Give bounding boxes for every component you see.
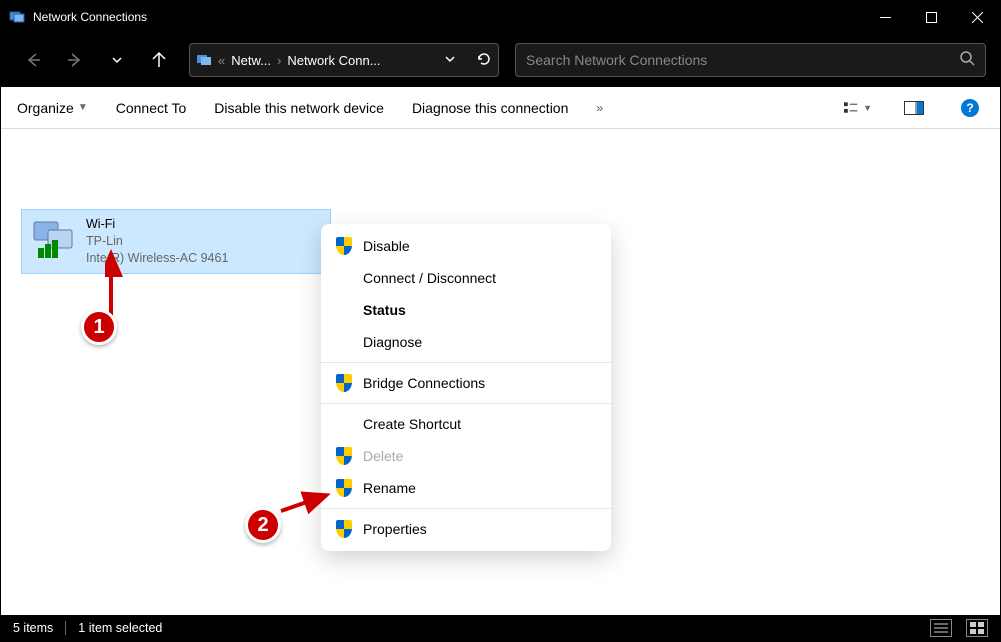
breadcrumb-part[interactable]: Network Conn... (287, 53, 380, 68)
organize-menu[interactable]: Organize▼ (17, 100, 88, 116)
toolbar-overflow[interactable]: » (596, 101, 603, 115)
search-icon[interactable] (959, 50, 975, 71)
titlebar: Network Connections (1, 1, 1000, 33)
ctx-bridge[interactable]: Bridge Connections (321, 367, 611, 399)
refresh-button[interactable] (476, 51, 492, 70)
ctx-properties[interactable]: Properties (321, 513, 611, 545)
disable-device-button[interactable]: Disable this network device (214, 100, 384, 116)
search-input[interactable] (526, 52, 959, 68)
app-icon (9, 9, 25, 25)
status-item-count: 5 items (13, 621, 53, 635)
ctx-create-shortcut[interactable]: Create Shortcut (321, 408, 611, 440)
context-menu: Disable Connect / Disconnect Status Diag… (321, 224, 611, 551)
statusbar: 5 items 1 item selected (1, 615, 1000, 641)
preview-pane-button[interactable] (900, 94, 928, 122)
adapter-name: Wi-Fi (86, 216, 228, 233)
toolbar: Organize▼ Connect To Disable this networ… (1, 87, 1000, 129)
recents-dropdown[interactable] (99, 42, 135, 78)
breadcrumb-part[interactable]: Netw... (231, 53, 271, 68)
menu-separator (321, 362, 611, 363)
shield-icon (335, 237, 353, 255)
annotation-badge-1: 1 (81, 309, 117, 345)
ctx-connect-disconnect[interactable]: Connect / Disconnect (321, 262, 611, 294)
large-icons-view-button[interactable] (966, 619, 988, 637)
annotation-badge-2: 2 (245, 507, 281, 543)
shield-icon (335, 520, 353, 538)
address-dropdown-icon[interactable] (444, 53, 456, 68)
address-bar[interactable]: « Netw... › Network Conn... (189, 43, 499, 77)
annotation-arrow (277, 487, 337, 517)
location-icon (196, 52, 212, 68)
adapter-item-wifi[interactable]: Wi-Fi TP-Lin Inte(R) Wireless-AC 9461 (21, 209, 331, 274)
help-button[interactable]: ? (956, 94, 984, 122)
back-button[interactable] (15, 42, 51, 78)
content-area[interactable]: Wi-Fi TP-Lin Inte(R) Wireless-AC 9461 Di… (1, 129, 1000, 615)
window-controls (862, 1, 1000, 33)
shield-icon (335, 479, 353, 497)
search-bar[interactable] (515, 43, 986, 77)
status-selected-count: 1 item selected (78, 621, 162, 635)
menu-separator (321, 508, 611, 509)
ctx-status[interactable]: Status (321, 294, 611, 326)
connect-to-button[interactable]: Connect To (116, 100, 187, 116)
shield-icon (335, 447, 353, 465)
breadcrumb-separator: « (216, 53, 227, 68)
up-button[interactable] (141, 42, 177, 78)
ctx-delete: Delete (321, 440, 611, 472)
view-options-button[interactable]: ▼ (844, 94, 872, 122)
menu-separator (321, 403, 611, 404)
details-view-button[interactable] (930, 619, 952, 637)
diagnose-button[interactable]: Diagnose this connection (412, 100, 568, 116)
adapter-icon (30, 216, 78, 264)
close-button[interactable] (954, 1, 1000, 33)
breadcrumb-separator: › (275, 53, 283, 68)
ctx-diagnose[interactable]: Diagnose (321, 326, 611, 358)
navbar: « Netw... › Network Conn... (1, 33, 1000, 87)
window-title: Network Connections (33, 10, 862, 24)
maximize-button[interactable] (908, 1, 954, 33)
forward-button[interactable] (57, 42, 93, 78)
shield-icon (335, 374, 353, 392)
minimize-button[interactable] (862, 1, 908, 33)
ctx-rename[interactable]: Rename (321, 472, 611, 504)
window: Network Connections « Netw... › Network … (0, 0, 1001, 642)
ctx-disable[interactable]: Disable (321, 230, 611, 262)
